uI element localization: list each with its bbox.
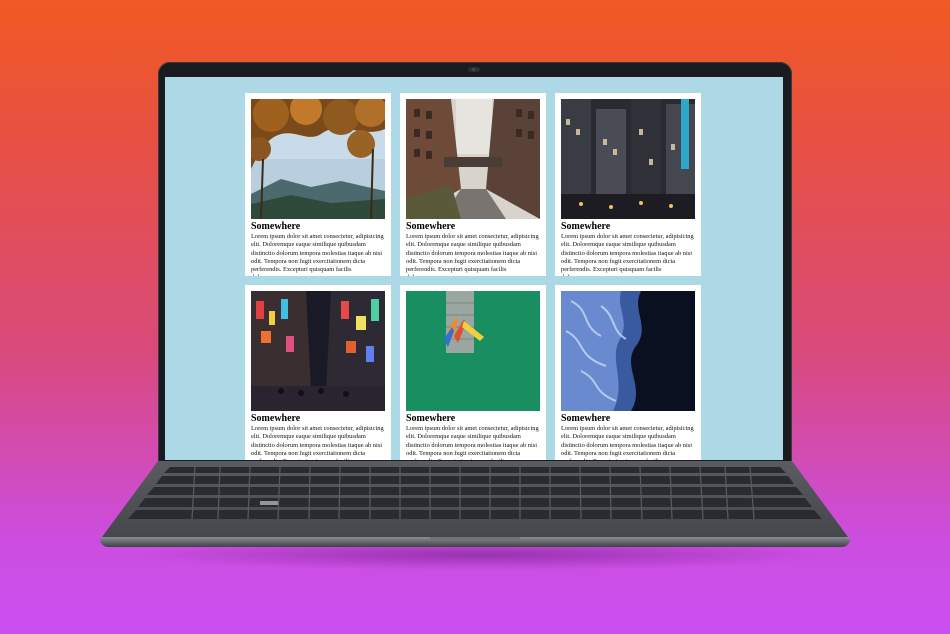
card-title: Somewhere — [561, 413, 611, 424]
card-text: Lorem ipsum dolor sit amet consectetur, … — [561, 425, 694, 460]
neon-street-night-photo — [251, 291, 385, 411]
card[interactable]: Somewhere Lorem ipsum dolor sit amet con… — [400, 93, 546, 276]
card-title: Somewhere — [406, 221, 456, 232]
laptop-base — [100, 461, 850, 547]
city-street-bridge-photo — [406, 99, 540, 219]
card[interactable]: Somewhere Lorem ipsum dolor sit amet con… — [555, 93, 701, 276]
card-title: Somewhere — [251, 413, 301, 424]
card-text: Lorem ipsum dolor sit amet consectetur, … — [406, 233, 539, 276]
card[interactable]: Somewhere Lorem ipsum dolor sit amet con… — [245, 285, 391, 460]
card[interactable]: Somewhere Lorem ipsum dolor sit amet con… — [555, 285, 701, 460]
webcam-icon — [468, 67, 480, 72]
card-text: Lorem ipsum dolor sit amet consectetur, … — [251, 425, 384, 460]
autumn-trees-mountain-photo — [251, 99, 385, 219]
card[interactable]: Somewhere Lorem ipsum dolor sit amet con… — [245, 93, 391, 276]
kayaks-green-water-photo — [406, 291, 540, 411]
night-city-skyscrapers-photo — [561, 99, 695, 219]
laptop-lid: Somewhere Lorem ipsum dolor sit amet con… — [158, 62, 792, 467]
card[interactable]: Somewhere Lorem ipsum dolor sit amet con… — [400, 285, 546, 460]
card-title: Somewhere — [251, 221, 301, 232]
ocean-waves-aerial-photo — [561, 291, 695, 411]
card-grid: Somewhere Lorem ipsum dolor sit amet con… — [245, 93, 705, 460]
card-title: Somewhere — [406, 413, 456, 424]
card-text: Lorem ipsum dolor sit amet consectetur, … — [251, 233, 384, 276]
card-text: Lorem ipsum dolor sit amet consectetur, … — [406, 425, 539, 460]
card-title: Somewhere — [561, 221, 611, 232]
laptop-screen: Somewhere Lorem ipsum dolor sit amet con… — [165, 77, 783, 460]
keyboard-deck — [102, 461, 848, 537]
lid-opening-notch — [430, 537, 520, 541]
card-text: Lorem ipsum dolor sit amet consectetur, … — [561, 233, 694, 276]
